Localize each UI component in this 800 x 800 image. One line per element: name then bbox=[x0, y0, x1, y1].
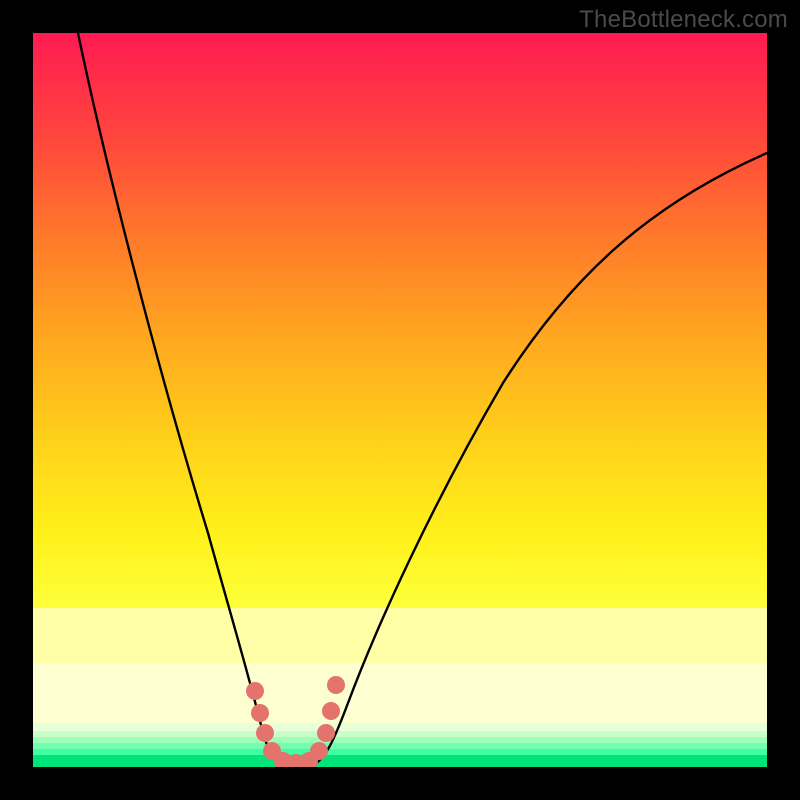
bottleneck-curve bbox=[33, 33, 767, 767]
plot-area bbox=[33, 33, 767, 767]
chart-frame: TheBottleneck.com bbox=[0, 0, 800, 800]
highlight-points bbox=[246, 676, 345, 767]
watermark-text: TheBottleneck.com bbox=[579, 6, 788, 34]
